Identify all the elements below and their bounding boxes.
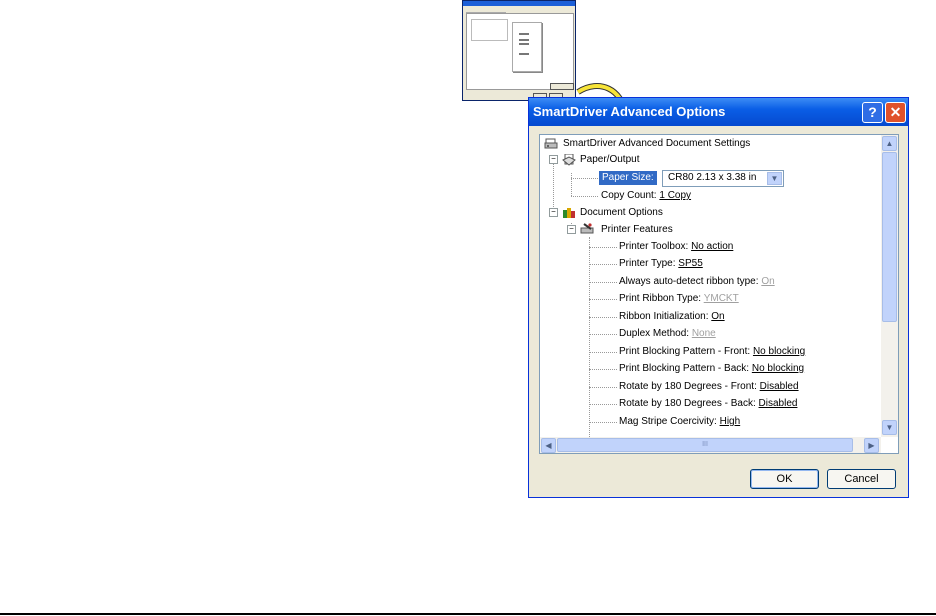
tree-paper-output[interactable]: Paper/Output [580,153,639,167]
dialog-title: SmartDriver Advanced Options [533,104,726,119]
collapse-printer-features-icon[interactable]: − [567,225,576,234]
copy-count-setting[interactable]: Copy Count: 1 Copy [601,189,691,203]
thumbnail-orientation-group [471,19,508,41]
printer-properties-thumbnail [462,0,576,101]
collapse-document-options-icon[interactable]: − [549,208,558,217]
setting-row[interactable]: Always auto-detect ribbon type: On [619,275,775,289]
paper-size-dropdown[interactable]: CR80 2.13 x 3.38 in ▼ [662,170,784,187]
advanced-options-dialog: SmartDriver Advanced Options ? ✕ SmartDr… [528,97,909,498]
scroll-up-icon[interactable]: ▲ [882,136,897,151]
close-button[interactable]: ✕ [885,102,906,123]
horizontal-scroll-thumb[interactable]: III [557,438,853,452]
paper-size-value: CR80 2.13 x 3.38 in [668,172,757,183]
setting-row[interactable]: Print Ribbon Type: YMCKT [619,292,739,306]
copy-count-value[interactable]: 1 Copy [659,190,691,201]
settings-tree: SmartDriver Advanced Document Settings −… [539,134,899,454]
tree-root-label: SmartDriver Advanced Document Settings [563,138,751,149]
scroll-left-icon[interactable]: ◀ [541,438,556,453]
cancel-button[interactable]: Cancel [827,469,896,489]
grip-icon: III [702,441,708,448]
vertical-scrollbar[interactable]: ▲ ▼ [881,135,898,437]
setting-row[interactable]: Printer Toolbox: No action [619,240,733,254]
page-divider [0,613,936,615]
setting-row[interactable]: Printer Type: SP55 [619,257,703,271]
thumbnail-page-preview [512,22,542,72]
setting-row[interactable]: Mag Stripe Coercivity: High [619,415,740,429]
vertical-scroll-thumb[interactable] [882,152,897,322]
thumbnail-panel [466,13,574,90]
collapse-paper-output-icon[interactable]: − [549,155,558,164]
tree-printer-features[interactable]: Printer Features [601,223,673,237]
setting-row[interactable]: Print Blocking Pattern - Back: No blocki… [619,362,804,376]
setting-row[interactable]: Rotate by 180 Degrees - Front: Disabled [619,380,799,394]
setting-row[interactable]: Ribbon Initialization: On [619,310,725,324]
title-bar[interactable]: SmartDriver Advanced Options ? ✕ [529,98,908,126]
help-button[interactable]: ? [862,102,883,123]
tree-document-options[interactable]: Document Options [580,206,663,220]
printer-settings-icon [544,138,558,149]
horizontal-scrollbar[interactable]: ◀ III ▶ [540,437,881,453]
paper-output-icon [562,154,576,166]
thumbnail-titlebar [463,1,575,6]
copy-count-label: Copy Count: [601,190,657,201]
document-options-icon [563,208,575,218]
setting-row[interactable]: Rotate by 180 Degrees - Back: Disabled [619,397,797,411]
ok-button[interactable]: OK [750,469,819,489]
scroll-down-icon[interactable]: ▼ [882,420,897,435]
chevron-down-icon[interactable]: ▼ [767,172,782,185]
setting-row[interactable]: Print Blocking Pattern - Front: No block… [619,345,805,359]
paper-size-label[interactable]: Paper Size: [599,171,657,185]
setting-row[interactable]: Duplex Method: None [619,327,716,341]
scroll-right-icon[interactable]: ▶ [864,438,879,453]
printer-features-icon [580,223,594,234]
